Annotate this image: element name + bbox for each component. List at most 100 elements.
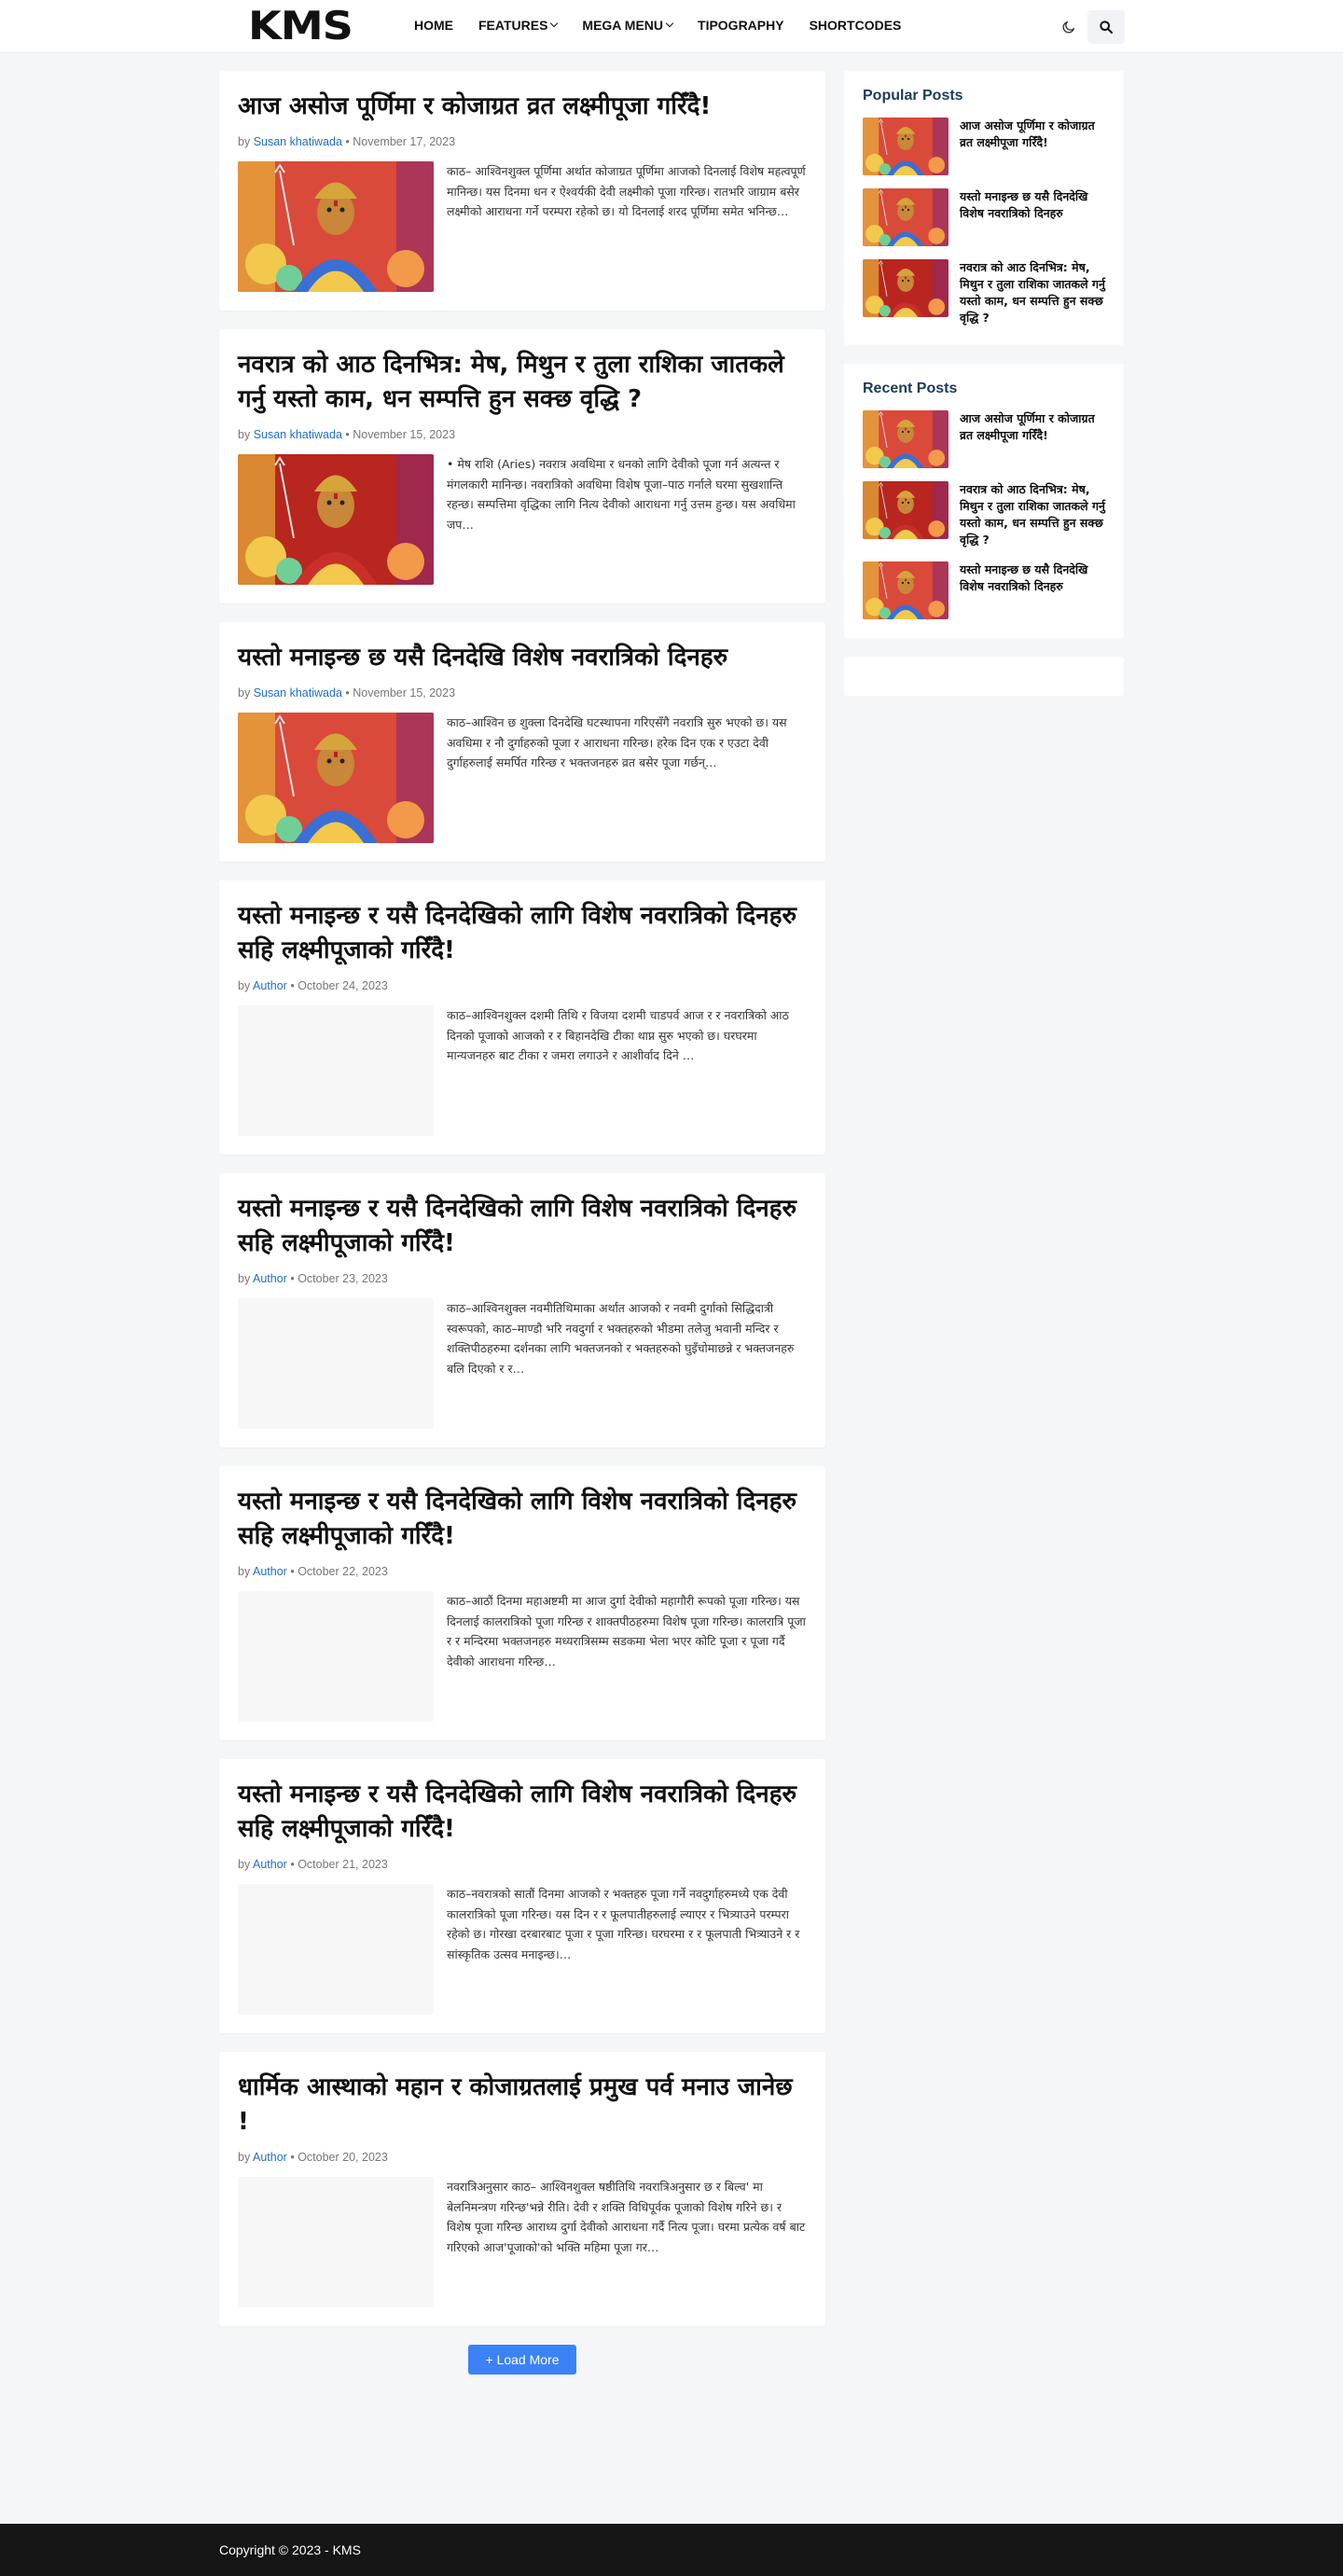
popular-post-item[interactable]: नवरात्र को आठ दिनभित्र: मेष, मिथुन र तुल… [863,259,1105,326]
side-post-title[interactable]: यस्तो मनाइन्छ छ यसै दिनदेखि विशेष नवरात्… [960,561,1105,619]
side-post-title[interactable]: आज असोज पूर्णिमा र कोजाग्रत व्रत लक्ष्मी… [960,410,1105,468]
post-excerpt: काठ–आश्विन छ शुक्ला दिनदेखि घटस्थापना गर… [447,715,787,769]
recent-posts-list: आज असोज पूर्णिमा र कोजाग्रत व्रत लक्ष्मी… [863,410,1105,619]
post-meta: by Author • October 22, 2023 [238,1565,807,1578]
post-date: October 20, 2023 [298,2151,388,2164]
popular-post-item[interactable]: आज असोज पूर्णिमा र कोजाग्रत व्रत लक्ष्मी… [863,118,1105,175]
post-excerpt: काठ–आठौं दिनमा महाअष्टमी मा आज दुर्गा दे… [447,1594,806,1669]
meta-separator: • [290,2151,295,2164]
side-post-title[interactable]: यस्तो मनाइन्छ छ यसै दिनदेखि विशेष नवरात्… [960,188,1105,246]
post-author[interactable]: Author [253,1272,287,1285]
post-card: नवरात्र को आठ दिनभित्र: मेष, मिथुन र तुल… [219,329,825,603]
post-title[interactable]: यस्तो मनाइन्छ र यसै दिनदेखिको लागि विशेष… [238,899,807,968]
nav-home[interactable]: HOME [414,18,453,33]
by-label: by [238,686,251,699]
goddess-image [238,161,434,292]
post-date: November 15, 2023 [353,686,456,699]
goddess-image [863,481,948,539]
meta-separator: • [290,1858,295,1871]
post-excerpt: नवरात्रिअनुसार काठ– आश्विनशुक्ल षष्ठीतिथ… [447,2180,806,2254]
side-thumbnail[interactable] [863,481,948,539]
post-body: काठ–आश्विनशुक्ल दशमी तिथि र विजया दशमी च… [238,1005,807,1136]
post-author[interactable]: Susan khatiwada [254,135,342,148]
side-thumbnail[interactable] [863,259,948,317]
post-meta: by Author • October 21, 2023 [238,1858,807,1871]
post-excerpt: काठ–नवरात्रको सातौं दिनमा आजको र भक्तहरु… [447,1887,800,1961]
post-excerpt: • मेष राशि (Aries) नवरात्र अवधिमा र धनको… [447,457,796,532]
nav-shortcodes-label: SHORTCODES [809,18,902,33]
goddess-image [238,454,434,585]
post-thumbnail[interactable] [238,1884,434,2015]
post-author[interactable]: Susan khatiwada [254,686,342,699]
recent-post-item[interactable]: यस्तो मनाइन्छ छ यसै दिनदेखि विशेष नवरात्… [863,561,1105,619]
post-meta: by Author • October 24, 2023 [238,979,807,992]
nav-mega-menu-label: MEGA MENU [582,18,664,33]
goddess-image [238,713,434,843]
post-title[interactable]: यस्तो मनाइन्छ र यसै दिनदेखिको लागि विशेष… [238,1778,807,1847]
chevron-down-icon [550,19,559,28]
popular-post-item[interactable]: यस्तो मनाइन्छ छ यसै दिनदेखि विशेष नवरात्… [863,188,1105,246]
site-footer: Copyright © 2023 - KMS [0,2524,1343,2576]
post-thumbnail[interactable] [238,1591,434,1722]
recent-post-item[interactable]: नवरात्र को आठ दिनभित्र: मेष, मिथुन र तुल… [863,481,1105,548]
post-title[interactable]: यस्तो मनाइन्छ छ यसै दिनदेखि विशेष नवरात्… [238,641,807,675]
nav-mega-menu[interactable]: MEGA MENU [582,18,674,33]
load-more-wrap: + Load More [219,2345,825,2375]
recent-post-item[interactable]: आज असोज पूर्णिमा र कोजाग्रत व्रत लक्ष्मी… [863,410,1105,468]
load-more-button[interactable]: + Load More [468,2345,576,2375]
post-excerpt: काठ–आश्विनशुक्ल दशमी तिथि र विजया दशमी च… [447,1008,789,1062]
post-thumbnail[interactable] [238,713,434,843]
side-thumbnail[interactable] [863,188,948,246]
post-body: काठ–आश्विनशुक्ल नवमीतिथिमाका अर्थात आजको… [238,1298,807,1429]
empty-widget [844,657,1124,696]
nav-typography[interactable]: TIPOGRAPHY [698,18,784,33]
post-title[interactable]: यस्तो मनाइन्छ र यसै दिनदेखिको लागि विशेष… [238,1192,807,1261]
post-author[interactable]: Author [253,1565,287,1578]
post-author[interactable]: Author [253,2151,287,2164]
post-thumbnail[interactable] [238,1298,434,1429]
search-button[interactable] [1087,10,1125,44]
by-label: by [238,1272,251,1285]
post-card: यस्तो मनाइन्छ छ यसै दिनदेखि विशेष नवरात्… [219,622,825,862]
post-title[interactable]: आज असोज पूर्णिमा र कोजाग्रत व्रत लक्ष्मी… [238,90,807,124]
meta-separator: • [290,1272,295,1285]
post-thumbnail[interactable] [238,454,434,585]
post-date: November 15, 2023 [353,428,456,441]
post-title[interactable]: नवरात्र को आठ दिनभित्र: मेष, मिथुन र तुल… [238,348,807,417]
copyright-text: Copyright © 2023 - KMS [219,2542,361,2557]
post-body: • मेष राशि (Aries) नवरात्र अवधिमा र धनको… [238,454,807,585]
load-more-label: Load More [496,2352,560,2367]
side-post-title[interactable]: नवरात्र को आठ दिनभित्र: मेष, मिथुन र तुल… [960,259,1105,326]
post-title[interactable]: यस्तो मनाइन्छ र यसै दिनदेखिको लागि विशेष… [238,1485,807,1554]
search-icon [1100,21,1113,34]
chevron-down-icon [665,19,674,28]
post-card: आज असोज पूर्णिमा र कोजाग्रत व्रत लक्ष्मी… [219,71,825,311]
goddess-image [863,118,948,175]
post-meta: by Author • October 20, 2023 [238,2151,807,2164]
post-title[interactable]: धार्मिक आस्थाको महान र कोजाग्रतलाई प्रमु… [238,2070,807,2140]
post-body: काठ–आठौं दिनमा महाअष्टमी मा आज दुर्गा दे… [238,1591,807,1722]
post-excerpt: काठ–आश्विनशुक्ल नवमीतिथिमाका अर्थात आजको… [447,1301,795,1376]
post-thumbnail[interactable] [238,1005,434,1136]
side-thumbnail[interactable] [863,118,948,175]
nav-shortcodes[interactable]: SHORTCODES [810,18,902,33]
side-thumbnail[interactable] [863,561,948,619]
post-card: यस्तो मनाइन्छ र यसै दिनदेखिको लागि विशेष… [219,1466,825,1740]
post-card: यस्तो मनाइन्छ र यसै दिनदेखिको लागि विशेष… [219,1759,825,2033]
side-thumbnail[interactable] [863,410,948,468]
side-post-title[interactable]: आज असोज पूर्णिमा र कोजाग्रत व्रत लक्ष्मी… [960,118,1105,175]
post-meta: by Author • October 23, 2023 [238,1272,807,1285]
post-author[interactable]: Susan khatiwada [254,428,342,441]
by-label: by [238,135,251,148]
content-wrapper: आज असोज पूर्णिमा र कोजाग्रत व्रत लक्ष्मी… [0,53,1343,2524]
side-post-title[interactable]: नवरात्र को आठ दिनभित्र: मेष, मिथुन र तुल… [960,481,1105,548]
post-author[interactable]: Author [253,979,287,992]
post-thumbnail[interactable] [238,2177,434,2307]
nav-features[interactable]: FEATURES [478,18,559,33]
post-date: October 22, 2023 [298,1565,388,1578]
dark-mode-toggle[interactable] [1058,16,1080,38]
site-logo[interactable]: KMS [248,6,353,47]
by-label: by [238,1565,251,1578]
post-thumbnail[interactable] [238,161,434,292]
post-author[interactable]: Author [253,1858,287,1871]
